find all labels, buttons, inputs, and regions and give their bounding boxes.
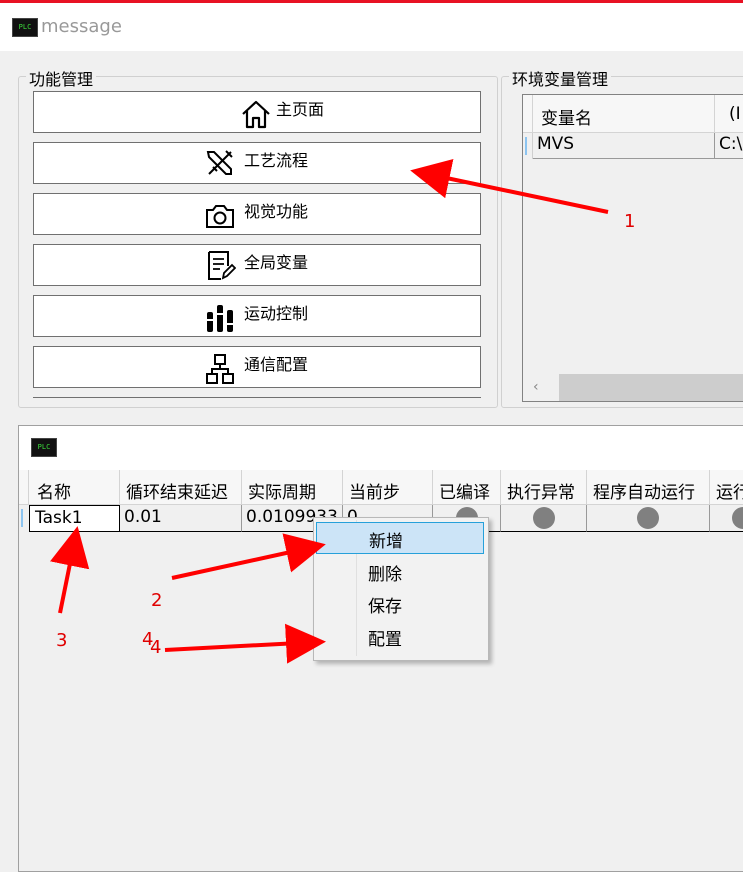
header-compiled[interactable]: 已编译 — [433, 470, 501, 505]
auto-run-status-dot — [637, 507, 659, 529]
camera-icon — [206, 205, 234, 228]
task-row-name[interactable]: Task1 — [29, 505, 120, 532]
vision-button[interactable]: 视觉功能 — [33, 193, 481, 235]
env-horizontal-scrollbar[interactable]: ‹ — [523, 374, 743, 401]
task-row-running — [710, 505, 743, 532]
motion-control-button[interactable]: 运动控制 — [33, 295, 481, 337]
home-button-label: 主页面 — [276, 100, 325, 119]
header-exec-error[interactable]: 执行异常 — [501, 470, 587, 505]
context-menu: 新增 删除 保存 配置 — [313, 517, 489, 661]
task-row-delay[interactable]: 0.01 — [120, 505, 242, 532]
communication-config-button-label: 通信配置 — [244, 355, 309, 374]
process-flow-button-label: 工艺流程 — [244, 151, 309, 170]
header-running[interactable]: 运行 — [710, 470, 743, 505]
exec-error-status-dot — [533, 507, 555, 529]
annotation-3: 3 — [56, 630, 68, 651]
running-status-dot — [732, 507, 743, 529]
annotation-4-duplicate: 4 — [150, 637, 162, 658]
function-panel-title: 功能管理 — [26, 66, 97, 90]
communication-config-button[interactable]: 通信配置 — [33, 346, 481, 388]
menu-item-config[interactable]: 配置 — [316, 621, 484, 653]
annotation-1: 1 — [624, 211, 636, 232]
app-logo-icon: PLC — [12, 18, 38, 37]
global-variables-button[interactable]: 全局变量 — [33, 244, 481, 286]
env-row-name[interactable]: MVS — [533, 133, 715, 159]
header-auto-run[interactable]: 程序自动运行 — [587, 470, 710, 505]
menu-item-delete[interactable]: 删除 — [316, 556, 484, 588]
env-panel-title: 环境变量管理 — [509, 66, 612, 90]
edit-document-icon — [208, 251, 236, 280]
header-actual-period[interactable]: 实际周期 — [242, 470, 343, 505]
env-table: 变量名 (I MVS C:\ ‹ — [522, 94, 743, 402]
task-row-auto-run — [587, 505, 710, 532]
annotation-2: 2 — [151, 590, 163, 611]
equalizer-icon — [207, 305, 233, 332]
header-name[interactable]: 名称 — [29, 470, 120, 505]
global-variables-button-label: 全局变量 — [244, 253, 309, 272]
tools-icon — [206, 150, 233, 175]
env-header-name[interactable]: 变量名 — [533, 95, 715, 133]
home-button[interactable]: 主页面 — [33, 91, 481, 133]
menu-item-save[interactable]: 保存 — [316, 588, 484, 620]
process-flow-button[interactable]: 工艺流程 — [33, 142, 481, 184]
hidden-button-edge — [33, 397, 481, 401]
header-current-step[interactable]: 当前步 — [343, 470, 433, 505]
home-icon — [242, 100, 270, 129]
title-bar: PLC message — [0, 3, 743, 51]
task-logo-icon: PLC — [31, 438, 57, 457]
scrollbar-thumb[interactable] — [559, 374, 743, 401]
task-panel-titlebar: PLC — [19, 426, 743, 470]
env-row-value[interactable]: C:\ — [715, 133, 743, 159]
header-loop-delay[interactable]: 循环结束延迟 — [120, 470, 242, 505]
network-icon — [206, 354, 234, 384]
scroll-left-icon[interactable]: ‹ — [533, 379, 539, 395]
vision-button-label: 视觉功能 — [244, 202, 309, 221]
env-header-value[interactable]: (I — [715, 95, 743, 133]
motion-control-button-label: 运动控制 — [244, 304, 309, 323]
window-title: message — [41, 16, 122, 37]
task-row-exec-error — [501, 505, 587, 532]
menu-item-add[interactable]: 新增 — [316, 522, 484, 554]
